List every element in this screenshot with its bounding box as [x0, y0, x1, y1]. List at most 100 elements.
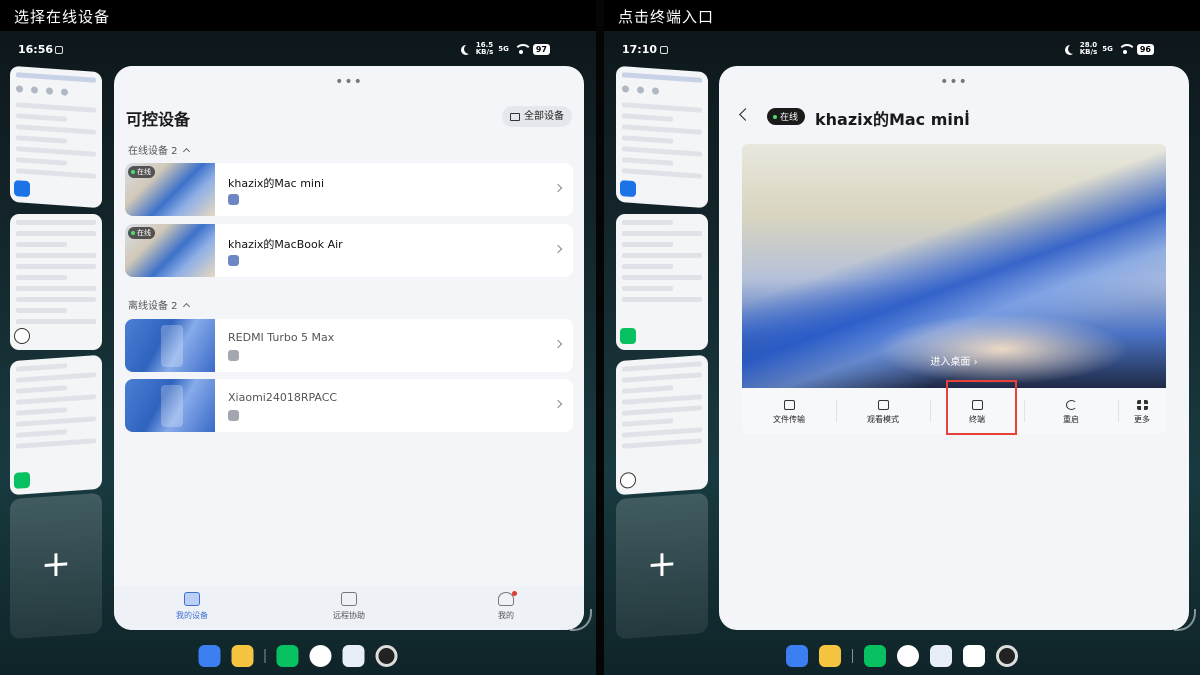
android-icon — [228, 350, 239, 361]
chevron-right-icon — [553, 244, 563, 254]
dock — [198, 645, 398, 667]
wifi-icon — [513, 44, 532, 54]
tab-my-devices[interactable]: 我的设备 — [152, 592, 232, 621]
device-wallpaper — [125, 319, 215, 372]
app-badge-icon — [14, 180, 30, 198]
wifi-icon — [1117, 44, 1136, 54]
wechat-icon[interactable] — [276, 645, 299, 667]
folder-icon — [783, 400, 795, 410]
more-button[interactable]: 更多 — [1118, 388, 1166, 434]
device-list-window: ••• 可控设备 全部设备 在线设备 2 在线 khazix的Mac mini … — [114, 66, 584, 630]
device-name: REDMI Turbo 5 Max — [228, 331, 335, 344]
recent-task-wechat[interactable] — [616, 214, 708, 350]
device-wallpaper — [125, 379, 215, 432]
back-arrow-icon[interactable] — [739, 108, 752, 121]
file-transfer-button[interactable]: 文件传输 — [742, 388, 836, 434]
status-time: 17:10 — [622, 43, 658, 56]
moon-icon — [1068, 44, 1078, 54]
chevron-right-icon — [553, 339, 563, 349]
divider — [596, 0, 604, 675]
chevron-right-icon — [553, 183, 563, 193]
notification-icon — [55, 46, 63, 54]
online-badge: 在线 — [128, 227, 155, 239]
device-wallpaper: 在线 — [125, 163, 215, 216]
play-icon — [877, 400, 889, 410]
more-options-icon[interactable]: ⋮ — [961, 108, 973, 122]
online-badge: 在线 — [128, 166, 155, 178]
device-name: khazix的Mac mini — [228, 177, 324, 190]
chatgpt-icon[interactable] — [309, 645, 332, 667]
restart-button[interactable]: 重启 — [1024, 388, 1118, 434]
online-status-pill: 在线 — [767, 108, 806, 125]
restart-icon — [1065, 400, 1077, 410]
app-badge-icon — [620, 180, 636, 198]
recent-task-chat[interactable] — [10, 65, 102, 209]
person-icon — [498, 591, 517, 606]
recent-task-chat[interactable] — [616, 65, 708, 209]
remote-assist-icon — [341, 592, 357, 606]
device-card-xiaomi[interactable]: Xiaomi24018RPACC — [125, 379, 573, 432]
mail-icon[interactable] — [342, 645, 365, 667]
camera-icon[interactable] — [375, 645, 398, 667]
chevron-up-icon — [182, 147, 190, 156]
window-grip-handle[interactable]: ••• — [940, 74, 968, 90]
signal-label: 5G — [1102, 45, 1113, 53]
apple-icon — [228, 194, 239, 205]
network-speed: 28.0 KB/s — [1079, 41, 1098, 56]
files-icon[interactable] — [819, 645, 841, 667]
window-grip-handle[interactable]: ••• — [335, 74, 363, 90]
watch-mode-button[interactable]: 观看模式 — [836, 388, 930, 434]
add-window-button[interactable]: + — [616, 492, 708, 640]
device-card-redmi[interactable]: REDMI Turbo 5 Max — [125, 319, 573, 372]
desktop-preview[interactable]: 进入桌面 › — [742, 144, 1166, 388]
device-name: khazix的MacBook Air — [228, 238, 343, 251]
recent-task-article[interactable] — [10, 214, 102, 350]
all-devices-button[interactable]: 全部设备 — [502, 106, 572, 127]
remote-app-icon[interactable] — [963, 645, 985, 667]
bottom-tab-bar: 我的设备 远程协助 我的 — [114, 586, 584, 630]
chatgpt-icon[interactable] — [897, 645, 919, 667]
left-caption: 选择在线设备 — [0, 0, 596, 31]
left-screen: 选择在线设备 16:56 16.5KB/s 5G 97 + ••• 可控设备 — [0, 0, 596, 675]
status-bar: 16:56 16.5 KB/s 5G 97 — [0, 41, 596, 59]
recent-task-wechat[interactable] — [10, 354, 102, 496]
right-screen: 点击终端入口 17:10 28.0 KB/s 5G 96 + ••• 在线 kha… — [604, 0, 1200, 675]
swipe-gesture-icon — [1174, 609, 1196, 631]
network-speed: 16.5 KB/s — [475, 41, 494, 56]
files-icon[interactable] — [231, 645, 254, 667]
swipe-gesture-icon — [570, 609, 592, 631]
monitor-icon — [510, 112, 520, 121]
app-store-icon[interactable] — [786, 645, 808, 667]
enter-desktop-link[interactable]: 进入桌面 › — [742, 353, 1166, 368]
device-name: Xiaomi24018RPACC — [228, 391, 338, 404]
grid-icon — [1136, 400, 1148, 410]
wechat-icon[interactable] — [864, 645, 886, 667]
device-card-mac-mini[interactable]: 在线 khazix的Mac mini — [125, 163, 573, 216]
status-bar: 17:10 28.0 KB/s 5G 96 — [604, 41, 1200, 59]
mail-icon[interactable] — [930, 645, 952, 667]
dock — [786, 645, 1018, 667]
offline-section-header[interactable]: 离线设备 2 — [128, 297, 190, 312]
device-wallpaper: 在线 — [125, 224, 215, 277]
app-store-icon[interactable] — [198, 645, 221, 667]
wechat-icon — [620, 328, 636, 344]
terminal-highlight-box — [946, 380, 1017, 435]
add-window-button[interactable]: + — [10, 492, 102, 640]
battery-indicator: 96 — [1136, 43, 1154, 55]
status-time: 16:56 — [18, 43, 54, 56]
online-section-header[interactable]: 在线设备 2 — [128, 142, 190, 157]
tab-me[interactable]: 我的 — [466, 591, 546, 621]
camera-icon[interactable] — [996, 645, 1018, 667]
page-title: 可控设备 — [126, 110, 191, 129]
chatgpt-icon — [14, 328, 30, 344]
recent-task-article[interactable] — [616, 354, 708, 496]
right-caption: 点击终端入口 — [604, 0, 1200, 31]
device-detail-window: ••• 在线 khazix的Mac mini ⋮ 进入桌面 › 文件传输 观看模… — [719, 66, 1189, 630]
wechat-icon — [14, 471, 30, 489]
apple-icon — [228, 255, 239, 266]
chatgpt-icon — [620, 471, 636, 489]
tab-remote-assist[interactable]: 远程协助 — [309, 592, 389, 621]
device-card-macbook-air[interactable]: 在线 khazix的MacBook Air — [125, 224, 573, 277]
android-icon — [228, 410, 239, 421]
notification-icon — [660, 46, 668, 54]
